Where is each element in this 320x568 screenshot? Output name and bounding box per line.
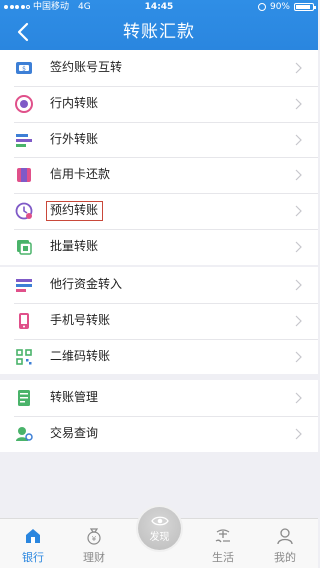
chevron-right-icon [295, 205, 302, 217]
svg-text:$: $ [22, 65, 26, 72]
header-bar: 中国移动 4G 14:45 90% 转账汇款 [0, 0, 318, 50]
battery-icon [294, 3, 316, 11]
tab-label: 银行 [22, 551, 44, 564]
menu-item-label: 手机号转账 [50, 312, 111, 327]
battery-percent: 90% [269, 2, 290, 12]
bottom-tab-bar: 银行 ¥ 理财 发现 生活 我的 [0, 507, 318, 568]
menu-item-label: 交易查询 [50, 425, 99, 440]
tab-discover[interactable]: 发现 [138, 507, 181, 550]
menu-item-label: 信用卡还款 [50, 167, 111, 182]
menu-item-qrcode-transfer[interactable]: 二维码转账 [0, 338, 318, 375]
menu-item-label: 二维码转账 [50, 348, 111, 363]
tab-label: 理财 [83, 551, 105, 564]
menu-item-label: 签约账号互转 [50, 60, 123, 74]
bank-transfer-icon [15, 94, 33, 113]
account-transfer-icon: $ [16, 62, 32, 74]
menu-item-external-transfer[interactable]: 行外转账 [0, 121, 318, 158]
fund-in-icon [16, 279, 32, 292]
credit-card-icon [17, 168, 31, 183]
chevron-right-icon [295, 241, 302, 253]
menu-item-label: 批量转账 [50, 238, 99, 253]
batch-transfer-icon [17, 239, 32, 255]
moneybag-icon: ¥ [87, 528, 101, 545]
chevron-right-icon [295, 279, 302, 291]
chevron-right-icon [295, 62, 302, 74]
chevron-right-icon [295, 392, 302, 404]
menu-group-inbound: 他行资金转入 手机号转账 二维码转账 [0, 267, 318, 375]
highlight-box [46, 201, 103, 222]
chevron-right-icon [295, 315, 302, 327]
life-icon [215, 529, 230, 543]
chevron-right-icon [295, 169, 302, 181]
page-title: 转账汇款 [123, 22, 195, 42]
user-icon [277, 528, 293, 545]
menu-item-fund-in[interactable]: 他行资金转入 [0, 267, 318, 303]
chevron-right-icon [295, 428, 302, 440]
menu-item-transaction-query[interactable]: 交易查询 [0, 415, 318, 452]
rotation-lock-icon [257, 3, 266, 11]
menu-item-scheduled-transfer[interactable]: 预约转账 [0, 193, 318, 229]
manage-icon [18, 390, 30, 406]
qrcode-icon [16, 348, 32, 365]
menu-item-batch-transfer[interactable]: 批量转账 [0, 228, 318, 265]
tab-mine[interactable]: 我的 [260, 519, 310, 568]
svg-text:¥: ¥ [92, 535, 97, 543]
tab-label: 我的 [274, 551, 296, 564]
tab-life[interactable]: 生活 [198, 519, 248, 568]
clock-icon [15, 202, 33, 220]
menu-group-transfer: $ 签约账号互转 行内转账 行外转账 信用卡还款 预约转账 批量转账 [0, 50, 318, 265]
tab-bank[interactable]: 银行 [8, 519, 58, 568]
menu-group-management: 转账管理 交易查询 [0, 380, 318, 452]
menu-item-account-transfer[interactable]: $ 签约账号互转 [0, 50, 318, 86]
menu-item-phone-transfer[interactable]: 手机号转账 [0, 302, 318, 339]
chevron-right-icon [295, 134, 302, 146]
chevron-right-icon [295, 351, 302, 363]
menu-item-transfer-manage[interactable]: 转账管理 [0, 380, 318, 416]
menu-item-bank-transfer[interactable]: 行内转账 [0, 85, 318, 122]
tab-label: 发现 [149, 531, 170, 543]
title-bar: 转账汇款 [0, 14, 318, 50]
menu-item-label: 他行资金转入 [50, 277, 123, 291]
external-transfer-icon [16, 133, 32, 147]
home-icon [26, 529, 40, 543]
menu-item-label: 行内转账 [50, 95, 99, 110]
chevron-right-icon [295, 98, 302, 110]
query-icon [16, 426, 33, 441]
tab-label: 生活 [212, 551, 234, 564]
tab-finance[interactable]: ¥ 理财 [69, 519, 119, 568]
eye-icon [150, 516, 169, 525]
menu-item-label: 转账管理 [50, 390, 99, 404]
status-bar: 中国移动 4G 14:45 90% [0, 0, 318, 14]
menu-item-label: 行外转账 [50, 131, 99, 146]
menu-item-credit-card[interactable]: 信用卡还款 [0, 157, 318, 193]
phone-icon [19, 312, 29, 329]
